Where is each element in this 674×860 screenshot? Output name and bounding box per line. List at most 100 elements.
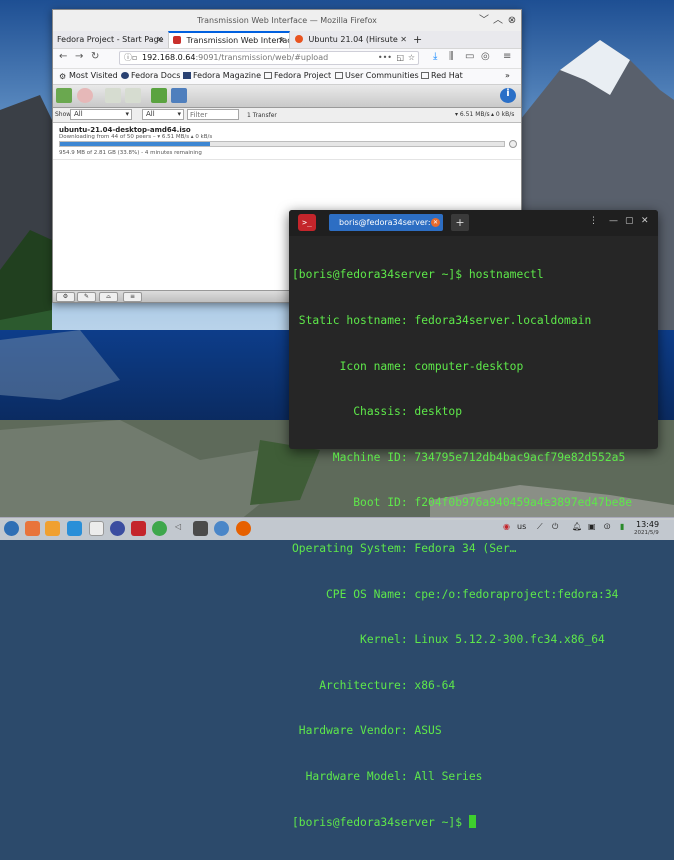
turtle-icon[interactable]: ⌓ (99, 292, 118, 302)
close-icon[interactable]: ✕ (641, 216, 649, 226)
start-torrent-icon[interactable] (105, 88, 121, 103)
compact-view-icon[interactable]: ≡ (123, 292, 142, 302)
folder-icon (421, 72, 429, 79)
close-tab-icon[interactable]: ✕ (278, 33, 285, 48)
battery-icon[interactable]: ▮ (620, 522, 624, 531)
tracker-filter-select[interactable]: All (142, 109, 184, 120)
power-icon[interactable]: ⏻ (552, 522, 558, 532)
terminal-tab[interactable]: boris@fedora34server:~ ✕ (329, 214, 443, 231)
state-filter-select[interactable]: All (70, 109, 132, 120)
volume-icon[interactable]: ◁ (175, 522, 181, 531)
bookmarks-toolbar: ⚙ Most Visited Fedora Docs Fedora Magazin… (53, 69, 521, 85)
page-actions-icon[interactable]: ••• (378, 52, 392, 64)
firefox-icon[interactable] (236, 521, 251, 536)
menu-icon[interactable]: ⋮ (589, 216, 598, 226)
app-launcher-icon[interactable] (4, 521, 19, 536)
shutdown-icon[interactable]: ⏼ (604, 522, 610, 532)
maximize-icon[interactable]: ︿ (491, 10, 505, 31)
clock-time[interactable]: 13:49 (636, 520, 659, 529)
preferences-wrench-icon[interactable]: ✎ (77, 292, 96, 302)
bookmarks-overflow-icon[interactable]: » (505, 71, 510, 80)
tab-ubuntu[interactable]: Ubuntu 21.04 (Hirsute ✕ (291, 31, 411, 48)
start-all-icon[interactable] (151, 88, 167, 103)
pause-icon[interactable] (509, 140, 517, 148)
bookmark-user-communities[interactable]: User Communities (335, 71, 419, 80)
remove-torrent-icon[interactable] (77, 88, 93, 103)
sidebar-icon[interactable]: ▭ (465, 51, 474, 62)
torrent-peers: Downloading from 44 of 50 peers – ▾ 6.51… (59, 134, 213, 140)
files-icon[interactable] (67, 521, 82, 536)
new-terminal-tab-button[interactable]: + (451, 214, 469, 231)
network-icon[interactable]: ⟋ (537, 522, 543, 532)
tab-fedora-start[interactable]: Fedora Project - Start Page ✕ (53, 31, 167, 48)
update-notifier-icon[interactable]: ◉ (503, 522, 510, 531)
bookmark-label: Fedora Magazine (193, 71, 261, 80)
window-title: Transmission Web Interface — Mozilla Fir… (197, 16, 377, 25)
download-icon[interactable]: ⤓ (433, 51, 437, 62)
inspector-info-icon[interactable]: i (500, 88, 516, 103)
open-torrent-icon[interactable] (56, 88, 72, 103)
pocket-icon[interactable]: ◱ (396, 52, 404, 64)
bookmark-fedora-docs[interactable]: Fedora Docs (121, 71, 180, 80)
url-bar[interactable]: ⓘ ▫ 192.168.0.64:9091/transmission/web/#… (119, 51, 419, 65)
chrome-icon[interactable] (152, 521, 167, 536)
close-tab-icon[interactable]: ✕ (431, 218, 440, 227)
library-icon[interactable]: ⫼ (449, 51, 454, 62)
reload-icon[interactable]: ↻ (91, 51, 99, 62)
filter-input[interactable] (187, 109, 239, 120)
bookmark-red-hat[interactable]: Red Hat (421, 71, 463, 80)
network-manager-icon[interactable] (214, 521, 229, 536)
vim-icon[interactable] (193, 521, 208, 536)
notification-bell-icon[interactable]: 🔔︎ (572, 522, 582, 531)
forward-icon[interactable]: → (75, 51, 83, 62)
bookmark-fedora-magazine[interactable]: Fedora Magazine (183, 71, 261, 80)
bookmark-label: User Communities (345, 71, 419, 80)
terminal-line: Boot ID: f204f0b976a940459a4e3897ed47be8… (292, 496, 633, 510)
bookmark-label: Fedora Project (274, 71, 332, 80)
minimize-icon[interactable]: — (609, 216, 618, 226)
pause-all-icon[interactable] (171, 88, 187, 103)
terminal-line: Operating System: Fedora 34 (Ser… (292, 541, 517, 555)
terminal-prompt-line: [boris@fedora34server ~]$ (292, 814, 655, 830)
folder-icon (335, 72, 343, 79)
close-tab-icon[interactable]: ✕ (400, 31, 407, 48)
clipboard-icon[interactable]: ▣ (588, 522, 596, 531)
maximize-icon[interactable]: ▢ (625, 216, 634, 226)
torrent-row[interactable]: ubuntu-21.04-desktop-amd64.iso Downloadi… (53, 123, 521, 160)
fedora-icon (121, 72, 129, 79)
back-icon[interactable]: ← (59, 51, 67, 62)
workspace-icon[interactable] (45, 521, 60, 536)
terminal-line: Machine ID: 734795e712db4bac9acf79e82d55… (292, 450, 626, 464)
close-icon[interactable]: ⊗ (505, 10, 519, 31)
settings-gear-icon[interactable] (110, 521, 125, 536)
close-tab-icon[interactable]: ✕ (156, 31, 163, 48)
torrent-progress-text: 954.9 MB of 2.81 GB (33.8%) - 4 minutes … (59, 150, 202, 156)
account-icon[interactable]: ◎ (481, 51, 490, 62)
tab-transmission[interactable]: Transmission Web Interface ✕ (168, 31, 290, 48)
terminal-line: [boris@fedora34server ~]$ hostnamectl (292, 268, 544, 282)
transfer-count: 1 Transfer (247, 112, 277, 119)
terminal-line: Hardware Model: All Series (292, 769, 483, 783)
fedora-icon (183, 72, 191, 79)
terminal-tab-title: boris@fedora34server:~ (339, 218, 438, 227)
menu-icon[interactable]: ≡ (503, 51, 511, 62)
settings-icon[interactable]: ⚙ (56, 292, 75, 302)
torrent-progress-fill (60, 142, 211, 146)
pause-torrent-icon[interactable] (125, 88, 141, 103)
terminal-line: Static hostname: fedora34server.localdom… (292, 314, 592, 327)
bookmark-fedora-project[interactable]: Fedora Project (264, 71, 331, 80)
show-label: Show (55, 111, 72, 118)
info-icon[interactable]: ⓘ (124, 52, 132, 64)
keyboard-layout[interactable]: us (517, 522, 526, 531)
new-tab-button[interactable]: + (413, 31, 422, 48)
firefox-titlebar: Transmission Web Interface — Mozilla Fir… (53, 10, 521, 31)
text-editor-icon[interactable] (89, 521, 104, 536)
terminal-taskbar-icon[interactable] (131, 521, 146, 536)
terminal-line: Chassis: desktop (292, 405, 463, 419)
terminal-line: CPE OS Name: cpe:/o:fedoraproject:fedora… (292, 587, 619, 601)
app-grid-icon[interactable] (25, 521, 40, 536)
bookmark-star-icon[interactable]: ☆ (408, 52, 415, 64)
terminal-output[interactable]: [boris@fedora34server ~]$ hostnamectl St… (292, 237, 655, 860)
minimize-icon[interactable]: ﹀ (477, 10, 491, 31)
bookmark-most-visited[interactable]: ⚙ Most Visited (59, 71, 118, 81)
